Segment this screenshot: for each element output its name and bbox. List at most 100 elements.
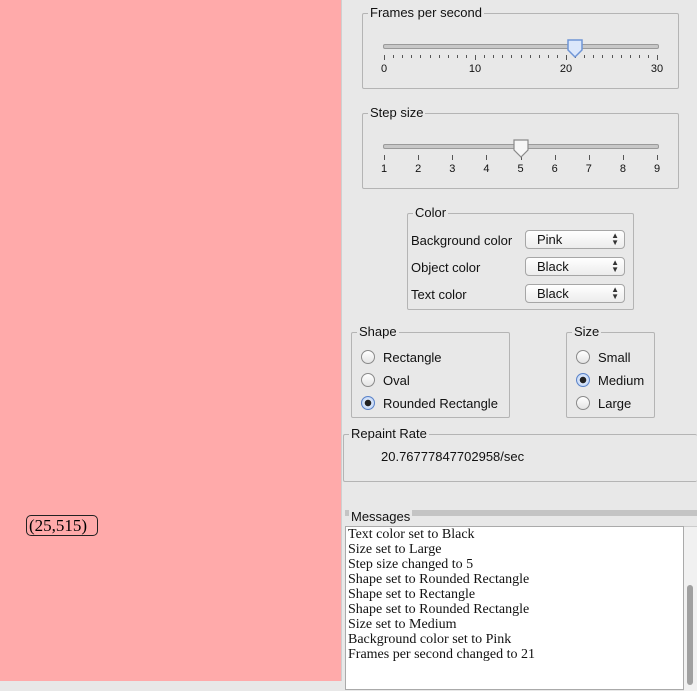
step-major-tick (452, 155, 454, 160)
repaint-group-title: Repaint Rate (349, 426, 429, 442)
fps-minor-tick (547, 55, 549, 58)
radio-circle-selected[interactable] (361, 396, 375, 410)
radio-circle[interactable] (576, 396, 590, 410)
fps-minor-tick (402, 55, 404, 58)
fps-major-tick (384, 55, 385, 60)
shape-option-label: Rounded Rectangle (383, 396, 498, 411)
radio-circle-selected[interactable] (576, 373, 590, 387)
radio-circle[interactable] (361, 373, 375, 387)
fps-minor-tick (429, 55, 431, 58)
message-item: Size set to Large (348, 542, 442, 557)
color-group-title: Color (413, 205, 449, 221)
repaint-group: Repaint Rate 20.76777847702958/sec (343, 426, 697, 482)
step-major-tick (486, 155, 488, 160)
object-color-label: Object color (411, 260, 481, 275)
fps-minor-tick (420, 55, 422, 58)
message-item: Text color set to Black (348, 527, 475, 542)
fps-minor-tick (556, 55, 558, 58)
fps-minor-tick (593, 55, 595, 58)
messages-title: Messages (349, 509, 413, 524)
step-slider[interactable]: 1 2 3 4 5 6 7 8 9 (376, 136, 666, 182)
step-major-tick (657, 155, 658, 160)
message-item: Shape set to Rectangle (348, 587, 476, 602)
background-color-select[interactable]: Pink ▲ ▼ (525, 230, 625, 249)
messages-panel: Messages Text color set to Black Size se… (345, 509, 697, 691)
fps-slider-track[interactable] (383, 44, 659, 49)
size-group-title: Size (572, 324, 602, 340)
fps-minor-tick (438, 55, 440, 58)
object-color-select[interactable]: Black ▲ ▼ (525, 257, 625, 276)
message-item: Background color set to Pink (348, 632, 512, 647)
fps-minor-tick (638, 55, 640, 58)
fps-minor-tick (493, 55, 495, 58)
size-option-label: Large (598, 396, 632, 411)
repaint-rate-value: 20.76777847702958/sec (381, 449, 525, 464)
fps-slider[interactable]: 0 10 20 30 (376, 36, 666, 82)
step-major-tick (418, 155, 420, 160)
step-tick-label: 7 (585, 163, 592, 175)
step-major-tick (622, 155, 624, 160)
drawing-canvas[interactable]: (25,515) (0, 0, 341, 681)
fps-minor-tick (447, 55, 449, 58)
fps-tick-label: 10 (468, 63, 482, 75)
step-major-tick (588, 155, 590, 160)
fps-tick-label: 30 (650, 63, 664, 75)
fps-minor-tick (620, 55, 622, 58)
size-option-label: Medium (598, 373, 645, 388)
text-color-value: Black (537, 286, 569, 301)
fps-minor-tick (465, 55, 467, 58)
text-color-label: Text color (411, 287, 467, 302)
step-group-title: Step size (368, 105, 426, 121)
step-tick-label: 5 (517, 163, 524, 175)
step-slider-thumb[interactable] (512, 139, 530, 159)
fps-minor-tick (502, 55, 504, 58)
radio-circle[interactable] (361, 350, 375, 364)
messages-list[interactable]: Text color set to Black Size set to Larg… (345, 526, 684, 690)
shape-option-label: Oval (383, 373, 410, 388)
fps-minor-tick (629, 55, 631, 58)
select-arrows-icon: ▲ ▼ (611, 285, 619, 301)
message-item: Step size changed to 5 (348, 557, 474, 572)
fps-minor-tick (511, 55, 513, 58)
shape-option-label: Rectangle (383, 350, 442, 365)
object-color-value: Black (537, 259, 569, 274)
step-tick-label: 1 (380, 163, 388, 175)
fps-minor-tick (520, 55, 522, 58)
step-tick-label: 9 (653, 163, 661, 175)
fps-minor-tick (647, 55, 649, 58)
text-color-select[interactable]: Black ▲ ▼ (525, 284, 625, 303)
size-option-label: Small (598, 350, 631, 365)
shape-group-title: Shape (357, 324, 399, 340)
fps-major-tick (475, 55, 476, 60)
background-color-value: Pink (537, 232, 563, 247)
fps-slider-thumb[interactable] (566, 39, 584, 59)
fps-minor-tick (529, 55, 531, 58)
background-color-label: Background color (411, 233, 513, 248)
fps-minor-tick (484, 55, 486, 58)
message-item: Frames per second changed to 21 (348, 647, 535, 662)
fps-group-title: Frames per second (368, 5, 484, 21)
step-tick-label: 6 (551, 163, 558, 175)
step-major-tick (554, 155, 556, 160)
radio-circle[interactable] (576, 350, 590, 364)
coordinate-label: (25,515) (26, 515, 99, 536)
fps-tick-label: 0 (380, 63, 388, 75)
fps-minor-tick (393, 55, 395, 58)
fps-minor-tick (602, 55, 604, 58)
fps-tick-label: 20 (559, 63, 573, 75)
step-tick-label: 3 (449, 163, 456, 175)
step-major-tick (384, 155, 385, 160)
fps-minor-tick (611, 55, 613, 58)
select-arrows-icon: ▲ ▼ (611, 231, 619, 247)
message-item: Size set to Medium (348, 617, 457, 632)
messages-scrollbar[interactable] (684, 526, 697, 691)
fps-minor-tick (584, 55, 586, 58)
step-tick-label: 4 (483, 163, 490, 175)
message-item: Shape set to Rounded Rectangle (348, 602, 530, 617)
step-tick-label: 2 (415, 163, 422, 175)
fps-minor-tick (456, 55, 458, 58)
messages-scrollbar-thumb[interactable] (687, 585, 693, 685)
message-item: Shape set to Rounded Rectangle (348, 572, 530, 587)
fps-minor-tick (411, 55, 413, 58)
fps-major-tick (657, 55, 658, 60)
